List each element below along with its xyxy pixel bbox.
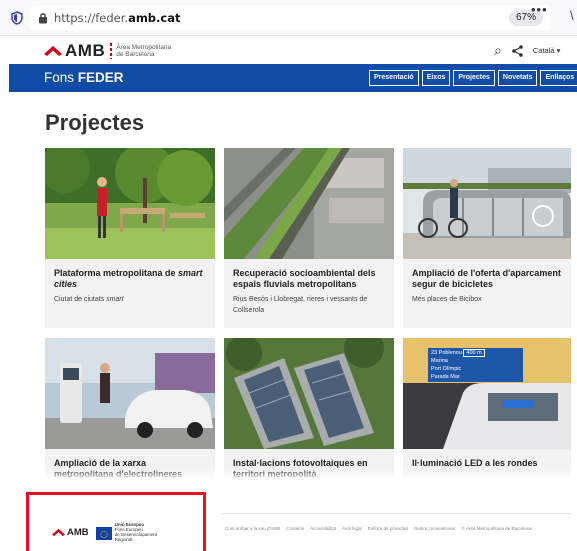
nav-item-presentacio[interactable]: Presentació [369, 70, 419, 86]
card-title[interactable]: Recuperació socioambiental dels espais f… [233, 268, 385, 290]
footer-links: Com arribar a la seu d'AMB Contacte Acce… [225, 526, 532, 531]
site-name-bold: FEDER [77, 70, 124, 85]
lock-icon [39, 13, 47, 24]
footer-link[interactable]: Contacte [286, 526, 304, 531]
url-domain: amb.cat [128, 11, 181, 25]
card-desc-text: Ciutat de ciutats [54, 296, 107, 303]
project-card-fotovoltaiques[interactable]: Instal·lacions fotovoltaiques en territo… [224, 338, 394, 478]
nav-item-eixos[interactable]: Eixos [421, 70, 451, 86]
nav-menu: Presentació Eixos Projectes Novetats Enl… [369, 70, 577, 86]
footer-link[interactable]: Accessibilitat [310, 526, 336, 531]
sign-line-4: Parada Mar [431, 374, 460, 380]
site-header: AMB Àrea Metropolitana de Barcelona ⌕ Ca… [0, 36, 577, 64]
project-card-led-rondes[interactable]: 23 Poblenou 400 m Marina Port Olímpic Pa… [403, 338, 571, 478]
footer-link[interactable]: Com arribar a la seu d'AMB [225, 526, 280, 531]
amb-logo-text: AMB [65, 41, 106, 60]
card-body: Ampliació de l'oferta d'aparcament segur… [403, 259, 571, 305]
amb-logo-subtitle: Àrea Metropolitana de Barcelona [116, 44, 186, 58]
project-card-electrolineres[interactable]: Ampliació de la xarxa metropolitana d'el… [45, 338, 215, 478]
card-image [224, 338, 394, 449]
shield-icon[interactable] [11, 11, 23, 25]
card-image [224, 148, 394, 259]
card-title[interactable]: Plataforma metropolitana de smart cities [54, 268, 206, 290]
site-name[interactable]: Fons FEDER [44, 70, 124, 85]
browser-toolbar: https://feder.amb.cat 67% ••• \ [0, 0, 577, 36]
project-card-smart-cities[interactable]: Plataforma metropolitana de smart cities… [45, 148, 215, 328]
main-nav: Fons FEDER Presentació Eixos Projectes N… [9, 64, 577, 92]
card-description: Més places de Bicibox [412, 296, 482, 303]
url-text[interactable]: https://feder.amb.cat [54, 11, 180, 25]
language-selector[interactable]: Català ▾ [533, 46, 561, 55]
highlight-annotation-box [26, 492, 206, 551]
logo-sub-line-2: de Barcelona [116, 51, 155, 58]
scroll-fade [0, 468, 577, 480]
nav-item-projectes[interactable]: Projectes [453, 70, 495, 86]
project-card-espais-fluvials[interactable]: Recuperació socioambiental dels espais f… [224, 148, 394, 328]
amb-logo[interactable]: AMB Àrea Metropolitana de Barcelona [44, 41, 186, 61]
sign-line-3: Port Olímpic [431, 366, 462, 372]
library-icon[interactable]: \ [570, 8, 574, 23]
logo-separator [110, 43, 113, 59]
logo-sub-line-1: Àrea Metropolitana [116, 44, 172, 51]
amb-chevron-icon [44, 46, 62, 56]
page-title: Projectes [45, 110, 145, 135]
sign-distance: 400 m [463, 349, 485, 357]
search-icon[interactable]: ⌕ [494, 42, 502, 59]
card-body: Il·luminació LED a les rondes [403, 449, 571, 469]
url-prefix: https://feder. [54, 11, 129, 25]
project-card-bicibox[interactable]: Ampliació de l'oferta d'aparcament segur… [403, 148, 571, 328]
card-description: Rius Besòs i Llobregat, rieres i vessant… [233, 296, 368, 314]
site-name-prefix: Fons [44, 70, 78, 85]
nav-item-novetats[interactable]: Novetats [497, 70, 538, 86]
more-menu-icon[interactable]: ••• [531, 2, 548, 17]
card-image [45, 148, 215, 259]
header-tools: ⌕ Català ▾ [494, 42, 560, 59]
card-desc-emphasis: smart [106, 296, 124, 303]
footer-copyright: © Àrea Metropolitana de Barcelona [461, 526, 532, 531]
sign-line-1: 23 Poblenou [431, 350, 462, 356]
card-description: Ciutat de ciutats smart [54, 294, 206, 305]
share-icon[interactable] [512, 44, 523, 57]
road-sign: 23 Poblenou 400 m Marina Port Olímpic Pa… [428, 348, 523, 382]
card-title[interactable]: Ampliació de l'oferta d'aparcament segur… [412, 268, 562, 290]
footer-divider [222, 513, 572, 514]
footer-link[interactable]: Política de privacitat [368, 526, 408, 531]
footer-link[interactable]: Gestor consentiment [414, 526, 456, 531]
address-bar[interactable]: https://feder.amb.cat 67% [30, 6, 550, 30]
sign-line-2: Marina [431, 358, 448, 364]
card-image [45, 338, 215, 449]
card-image: 23 Poblenou 400 m Marina Port Olímpic Pa… [403, 338, 571, 449]
card-title-text: Plataforma metropolitana de [54, 268, 179, 278]
footer-link[interactable]: Avís legal [342, 526, 361, 531]
card-body: Plataforma metropolitana de smart cities… [45, 259, 215, 305]
card-body: Recuperació socioambiental dels espais f… [224, 259, 394, 316]
nav-item-enllacos[interactable]: Enllaços [540, 70, 577, 86]
card-image [403, 148, 571, 259]
